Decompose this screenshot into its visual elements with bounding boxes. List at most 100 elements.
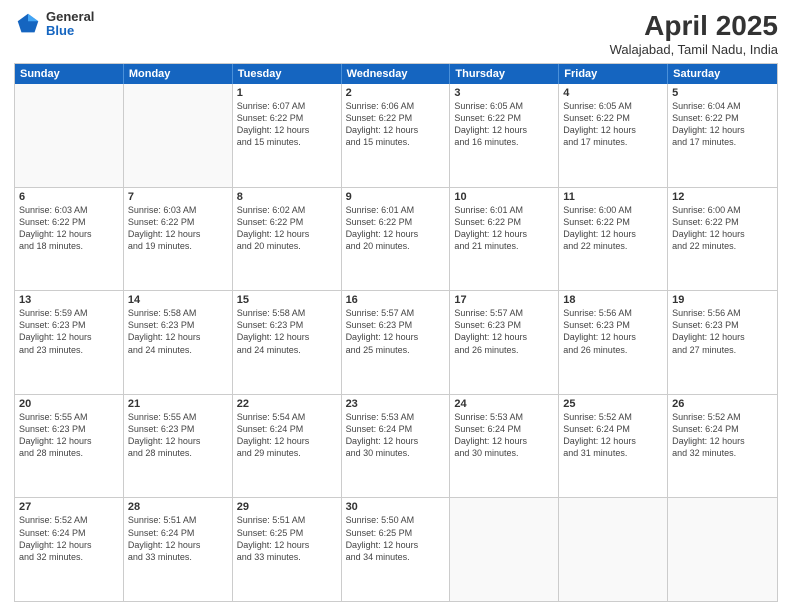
day-number: 14 bbox=[128, 294, 228, 306]
day-info: Sunrise: 5:52 AMSunset: 6:24 PMDaylight:… bbox=[19, 514, 119, 563]
day-number: 18 bbox=[563, 294, 663, 306]
calendar: SundayMondayTuesdayWednesdayThursdayFrid… bbox=[14, 63, 778, 602]
calendar-cell: 9Sunrise: 6:01 AMSunset: 6:22 PMDaylight… bbox=[342, 188, 451, 291]
calendar-cell: 29Sunrise: 5:51 AMSunset: 6:25 PMDayligh… bbox=[233, 498, 342, 601]
title-block: April 2025 Walajabad, Tamil Nadu, India bbox=[610, 10, 778, 57]
calendar-cell: 30Sunrise: 5:50 AMSunset: 6:25 PMDayligh… bbox=[342, 498, 451, 601]
day-info: Sunrise: 5:53 AMSunset: 6:24 PMDaylight:… bbox=[346, 411, 446, 460]
header: General Blue April 2025 Walajabad, Tamil… bbox=[14, 10, 778, 57]
calendar-header: SundayMondayTuesdayWednesdayThursdayFrid… bbox=[15, 64, 777, 84]
calendar-cell: 24Sunrise: 5:53 AMSunset: 6:24 PMDayligh… bbox=[450, 395, 559, 498]
day-info: Sunrise: 5:50 AMSunset: 6:25 PMDaylight:… bbox=[346, 514, 446, 563]
calendar-cell: 27Sunrise: 5:52 AMSunset: 6:24 PMDayligh… bbox=[15, 498, 124, 601]
day-number: 3 bbox=[454, 87, 554, 99]
day-info: Sunrise: 5:58 AMSunset: 6:23 PMDaylight:… bbox=[128, 307, 228, 356]
month-title: April 2025 bbox=[610, 10, 778, 42]
day-info: Sunrise: 5:52 AMSunset: 6:24 PMDaylight:… bbox=[563, 411, 663, 460]
logo-general: General bbox=[46, 10, 94, 24]
calendar-cell: 14Sunrise: 5:58 AMSunset: 6:23 PMDayligh… bbox=[124, 291, 233, 394]
day-number: 16 bbox=[346, 294, 446, 306]
day-info: Sunrise: 5:58 AMSunset: 6:23 PMDaylight:… bbox=[237, 307, 337, 356]
calendar-week-1: 1Sunrise: 6:07 AMSunset: 6:22 PMDaylight… bbox=[15, 84, 777, 188]
day-number: 6 bbox=[19, 191, 119, 203]
calendar-cell: 22Sunrise: 5:54 AMSunset: 6:24 PMDayligh… bbox=[233, 395, 342, 498]
day-number: 12 bbox=[672, 191, 773, 203]
day-header-saturday: Saturday bbox=[668, 64, 777, 84]
calendar-cell: 7Sunrise: 6:03 AMSunset: 6:22 PMDaylight… bbox=[124, 188, 233, 291]
day-header-monday: Monday bbox=[124, 64, 233, 84]
calendar-cell bbox=[15, 84, 124, 187]
calendar-week-4: 20Sunrise: 5:55 AMSunset: 6:23 PMDayligh… bbox=[15, 395, 777, 499]
day-info: Sunrise: 6:04 AMSunset: 6:22 PMDaylight:… bbox=[672, 100, 773, 149]
day-number: 21 bbox=[128, 398, 228, 410]
day-info: Sunrise: 6:03 AMSunset: 6:22 PMDaylight:… bbox=[19, 204, 119, 253]
calendar-cell: 26Sunrise: 5:52 AMSunset: 6:24 PMDayligh… bbox=[668, 395, 777, 498]
day-header-tuesday: Tuesday bbox=[233, 64, 342, 84]
day-info: Sunrise: 5:56 AMSunset: 6:23 PMDaylight:… bbox=[672, 307, 773, 356]
calendar-cell: 21Sunrise: 5:55 AMSunset: 6:23 PMDayligh… bbox=[124, 395, 233, 498]
calendar-cell: 12Sunrise: 6:00 AMSunset: 6:22 PMDayligh… bbox=[668, 188, 777, 291]
day-info: Sunrise: 5:51 AMSunset: 6:25 PMDaylight:… bbox=[237, 514, 337, 563]
calendar-cell: 20Sunrise: 5:55 AMSunset: 6:23 PMDayligh… bbox=[15, 395, 124, 498]
day-info: Sunrise: 5:52 AMSunset: 6:24 PMDaylight:… bbox=[672, 411, 773, 460]
day-info: Sunrise: 6:03 AMSunset: 6:22 PMDaylight:… bbox=[128, 204, 228, 253]
day-number: 2 bbox=[346, 87, 446, 99]
day-number: 28 bbox=[128, 501, 228, 513]
calendar-cell bbox=[124, 84, 233, 187]
calendar-cell: 13Sunrise: 5:59 AMSunset: 6:23 PMDayligh… bbox=[15, 291, 124, 394]
day-header-wednesday: Wednesday bbox=[342, 64, 451, 84]
day-info: Sunrise: 5:55 AMSunset: 6:23 PMDaylight:… bbox=[19, 411, 119, 460]
calendar-cell: 15Sunrise: 5:58 AMSunset: 6:23 PMDayligh… bbox=[233, 291, 342, 394]
calendar-cell: 25Sunrise: 5:52 AMSunset: 6:24 PMDayligh… bbox=[559, 395, 668, 498]
calendar-cell: 11Sunrise: 6:00 AMSunset: 6:22 PMDayligh… bbox=[559, 188, 668, 291]
day-number: 23 bbox=[346, 398, 446, 410]
day-number: 7 bbox=[128, 191, 228, 203]
day-info: Sunrise: 6:00 AMSunset: 6:22 PMDaylight:… bbox=[563, 204, 663, 253]
day-info: Sunrise: 5:59 AMSunset: 6:23 PMDaylight:… bbox=[19, 307, 119, 356]
logo: General Blue bbox=[14, 10, 94, 39]
calendar-cell: 1Sunrise: 6:07 AMSunset: 6:22 PMDaylight… bbox=[233, 84, 342, 187]
calendar-body: 1Sunrise: 6:07 AMSunset: 6:22 PMDaylight… bbox=[15, 84, 777, 601]
calendar-cell: 17Sunrise: 5:57 AMSunset: 6:23 PMDayligh… bbox=[450, 291, 559, 394]
calendar-cell: 5Sunrise: 6:04 AMSunset: 6:22 PMDaylight… bbox=[668, 84, 777, 187]
day-number: 19 bbox=[672, 294, 773, 306]
day-info: Sunrise: 5:57 AMSunset: 6:23 PMDaylight:… bbox=[346, 307, 446, 356]
day-number: 29 bbox=[237, 501, 337, 513]
day-number: 11 bbox=[563, 191, 663, 203]
day-number: 8 bbox=[237, 191, 337, 203]
day-number: 5 bbox=[672, 87, 773, 99]
page: General Blue April 2025 Walajabad, Tamil… bbox=[0, 0, 792, 612]
day-info: Sunrise: 5:53 AMSunset: 6:24 PMDaylight:… bbox=[454, 411, 554, 460]
logo-icon bbox=[14, 10, 42, 38]
subtitle: Walajabad, Tamil Nadu, India bbox=[610, 42, 778, 57]
logo-text: General Blue bbox=[46, 10, 94, 39]
day-number: 13 bbox=[19, 294, 119, 306]
day-info: Sunrise: 6:07 AMSunset: 6:22 PMDaylight:… bbox=[237, 100, 337, 149]
day-number: 20 bbox=[19, 398, 119, 410]
calendar-cell bbox=[559, 498, 668, 601]
day-header-friday: Friday bbox=[559, 64, 668, 84]
day-info: Sunrise: 6:05 AMSunset: 6:22 PMDaylight:… bbox=[454, 100, 554, 149]
day-number: 25 bbox=[563, 398, 663, 410]
calendar-cell: 8Sunrise: 6:02 AMSunset: 6:22 PMDaylight… bbox=[233, 188, 342, 291]
day-info: Sunrise: 6:06 AMSunset: 6:22 PMDaylight:… bbox=[346, 100, 446, 149]
calendar-cell: 23Sunrise: 5:53 AMSunset: 6:24 PMDayligh… bbox=[342, 395, 451, 498]
day-info: Sunrise: 6:01 AMSunset: 6:22 PMDaylight:… bbox=[454, 204, 554, 253]
day-info: Sunrise: 6:01 AMSunset: 6:22 PMDaylight:… bbox=[346, 204, 446, 253]
calendar-cell: 6Sunrise: 6:03 AMSunset: 6:22 PMDaylight… bbox=[15, 188, 124, 291]
day-number: 9 bbox=[346, 191, 446, 203]
day-info: Sunrise: 5:57 AMSunset: 6:23 PMDaylight:… bbox=[454, 307, 554, 356]
day-info: Sunrise: 6:05 AMSunset: 6:22 PMDaylight:… bbox=[563, 100, 663, 149]
calendar-cell bbox=[450, 498, 559, 601]
day-number: 26 bbox=[672, 398, 773, 410]
day-info: Sunrise: 5:56 AMSunset: 6:23 PMDaylight:… bbox=[563, 307, 663, 356]
calendar-cell: 16Sunrise: 5:57 AMSunset: 6:23 PMDayligh… bbox=[342, 291, 451, 394]
day-header-sunday: Sunday bbox=[15, 64, 124, 84]
calendar-cell: 4Sunrise: 6:05 AMSunset: 6:22 PMDaylight… bbox=[559, 84, 668, 187]
calendar-cell: 19Sunrise: 5:56 AMSunset: 6:23 PMDayligh… bbox=[668, 291, 777, 394]
day-number: 27 bbox=[19, 501, 119, 513]
day-number: 17 bbox=[454, 294, 554, 306]
day-header-thursday: Thursday bbox=[450, 64, 559, 84]
day-info: Sunrise: 6:02 AMSunset: 6:22 PMDaylight:… bbox=[237, 204, 337, 253]
calendar-cell: 18Sunrise: 5:56 AMSunset: 6:23 PMDayligh… bbox=[559, 291, 668, 394]
